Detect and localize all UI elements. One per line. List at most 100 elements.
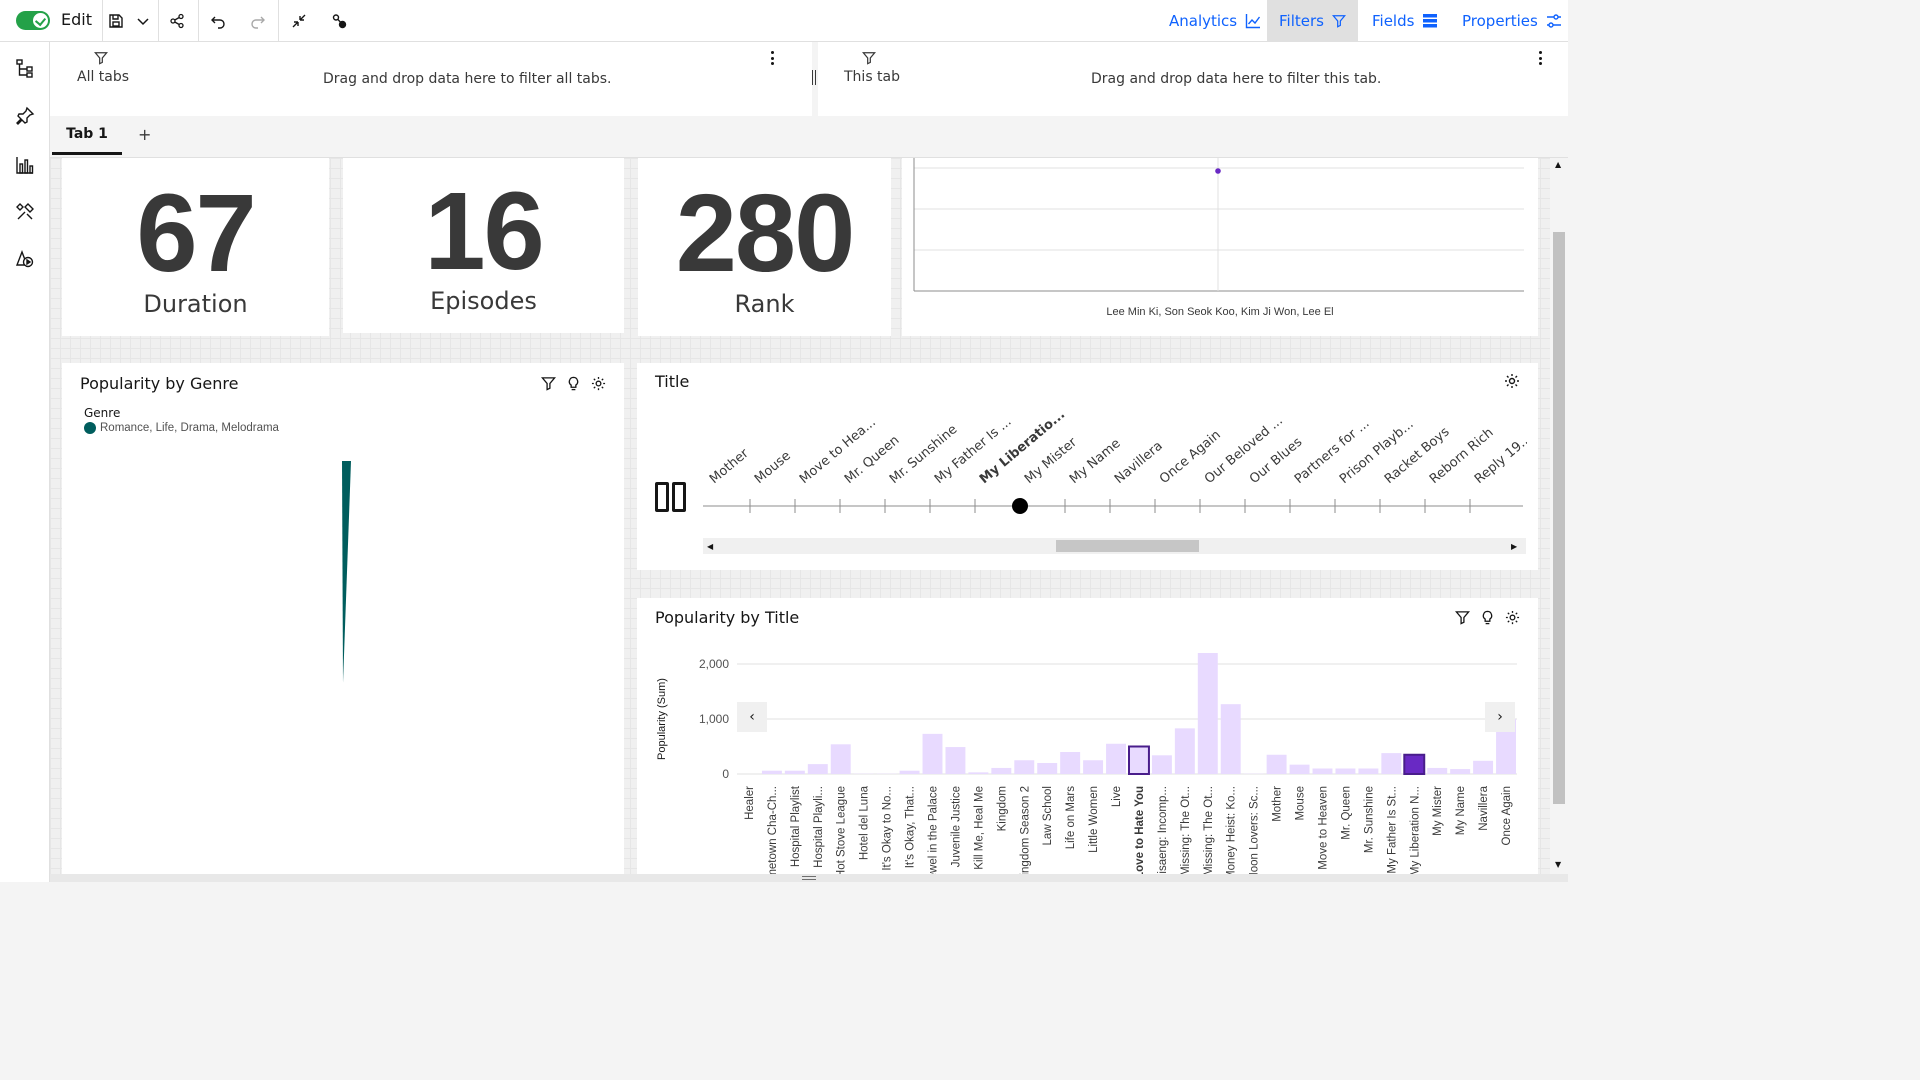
slider-label[interactable]: Partners for ... <box>1292 416 1373 487</box>
data-tree-icon[interactable] <box>13 56 37 80</box>
scroll-left-arrow-icon[interactable]: ◀ <box>707 542 713 551</box>
title-slider[interactable]: Mother Mouse Move to Hea...Mr. QueenMr. Su… <box>697 393 1527 528</box>
filter-icon[interactable] <box>1455 610 1470 625</box>
chart-next-icon[interactable]: › <box>1485 702 1515 732</box>
scroll-right-arrow-icon[interactable]: ▶ <box>1511 542 1517 551</box>
filters-button[interactable]: Filters <box>1267 0 1358 42</box>
y-tick-label: 0 <box>722 767 729 781</box>
x-tick-label: Healer <box>744 786 756 820</box>
x-tick-label: Kingdom Season 2 <box>1019 786 1031 874</box>
overflow-menu-icon[interactable] <box>1538 51 1542 65</box>
slider-scrollbar[interactable]: ◀ ▶ <box>703 538 1526 554</box>
left-rail <box>0 42 50 882</box>
slider-handle[interactable] <box>1012 498 1028 514</box>
bar[interactable] <box>1427 767 1448 774</box>
kpi-duration-card[interactable]: 67 Duration <box>62 158 329 336</box>
popularity-chart-card[interactable]: Popularity by Title 0 1,000 2,000 Popularit… <box>637 598 1538 874</box>
bar[interactable] <box>830 744 851 774</box>
title-slider-card[interactable]: Title Mother Mouse Move to Hea... Mr. Queen… <box>637 363 1538 570</box>
analytics-button[interactable]: Analytics <box>1157 0 1273 42</box>
bar[interactable] <box>991 767 1012 774</box>
relationship-icon[interactable] <box>319 0 359 42</box>
bar[interactable] <box>1014 760 1035 774</box>
slider-label[interactable]: My Father Is ... <box>932 414 1015 487</box>
bar[interactable] <box>1266 754 1287 774</box>
bar[interactable] <box>1473 760 1494 774</box>
slider-label[interactable]: Our Beloved ... <box>1202 413 1286 487</box>
genre-bar[interactable] <box>332 458 362 698</box>
legend-item[interactable]: Romance, Life, Drama, Melodrama <box>100 422 279 434</box>
x-tick-label: My Name <box>1455 786 1467 835</box>
bar[interactable] <box>1106 743 1126 774</box>
settings-icon[interactable] <box>1504 373 1520 389</box>
x-tick-label: Law School <box>1042 786 1054 845</box>
bar[interactable] <box>1174 728 1195 774</box>
redo-icon[interactable] <box>238 0 278 42</box>
bar[interactable] <box>1381 753 1402 774</box>
settings-icon[interactable] <box>591 376 606 391</box>
bar[interactable] <box>1289 764 1310 774</box>
bar[interactable] <box>899 770 920 774</box>
edit-toggle[interactable] <box>16 11 50 30</box>
bar[interactable] <box>1128 745 1150 775</box>
bar[interactable] <box>1450 769 1471 774</box>
pause-icon-right[interactable] <box>672 482 686 512</box>
bar[interactable] <box>1335 768 1356 775</box>
bar[interactable] <box>1358 768 1379 775</box>
resize-grip[interactable] <box>802 876 816 880</box>
bar[interactable] <box>1197 653 1218 774</box>
bar[interactable] <box>1037 763 1058 774</box>
tab-1[interactable]: Tab 1 <box>52 116 122 155</box>
chart-icon[interactable] <box>13 153 37 177</box>
pin-icon[interactable] <box>13 104 37 128</box>
bar[interactable] <box>1312 768 1333 775</box>
pause-icon-left[interactable] <box>655 482 669 512</box>
scroll-down-icon[interactable]: ▼ <box>1555 860 1561 869</box>
kpi-episodes-card[interactable]: 16 Episodes <box>343 158 624 333</box>
bar[interactable] <box>1060 752 1081 774</box>
overflow-menu-icon[interactable] <box>770 51 774 65</box>
bar[interactable] <box>945 747 966 774</box>
bar[interactable] <box>1151 755 1172 774</box>
bar[interactable] <box>784 770 805 774</box>
this-tab-filter-pane[interactable]: This tab Drag and drop data here to filt… <box>818 42 1568 116</box>
bar[interactable] <box>968 772 989 774</box>
vertical-scrollbar[interactable]: ▲ ▼ <box>1550 158 1568 874</box>
bar[interactable] <box>807 764 828 774</box>
bar[interactable] <box>761 770 782 774</box>
slider-label[interactable]: Move to Hea... <box>797 415 879 487</box>
slider-label[interactable]: Mother <box>707 446 752 487</box>
pane-resize-handle[interactable] <box>812 70 816 85</box>
bar[interactable] <box>1083 760 1104 774</box>
all-tabs-filter-pane[interactable]: All tabs Drag and drop data here to filt… <box>50 42 812 116</box>
slider-label[interactable]: Mouse <box>752 448 794 487</box>
shapes-icon[interactable] <box>13 247 37 271</box>
properties-button[interactable]: Properties <box>1450 0 1574 42</box>
scroll-up-icon[interactable]: ▲ <box>1555 160 1561 169</box>
genre-chart-card[interactable]: Popularity by Genre Genre Romance, Life,… <box>62 363 624 874</box>
x-tick-label: My Father Is St... <box>1386 786 1398 874</box>
bar[interactable] <box>1220 704 1241 774</box>
kpi-rank-card[interactable]: 280 Rank <box>638 158 891 336</box>
bar[interactable] <box>922 733 943 774</box>
bar[interactable] <box>1403 753 1426 775</box>
fields-button[interactable]: Fields <box>1360 0 1450 42</box>
tools-icon[interactable] <box>13 200 37 224</box>
filter-icon[interactable] <box>541 376 556 391</box>
collapse-icon[interactable] <box>279 0 319 42</box>
add-tab-button[interactable]: + <box>138 125 151 144</box>
x-tick-label: Mouse <box>1295 786 1307 821</box>
scrollbar-thumb[interactable] <box>1553 232 1565 804</box>
legend-title: Genre <box>84 406 121 420</box>
settings-icon[interactable] <box>1505 610 1520 625</box>
lightbulb-icon[interactable] <box>1480 610 1495 625</box>
scatter-point[interactable] <box>1215 168 1221 174</box>
horizontal-scrollbar[interactable] <box>50 874 1568 882</box>
chevron-down-icon[interactable] <box>126 0 160 42</box>
undo-icon[interactable] <box>198 0 238 42</box>
lightbulb-icon[interactable] <box>566 376 581 391</box>
scrollbar-thumb[interactable] <box>1056 540 1200 552</box>
chart-prev-icon[interactable]: ‹ <box>737 702 767 732</box>
share-icon[interactable] <box>157 0 197 42</box>
scatter-card[interactable]: Lee Min Ki, Son Seok Koo, Kim Ji Won, Le… <box>902 158 1538 336</box>
